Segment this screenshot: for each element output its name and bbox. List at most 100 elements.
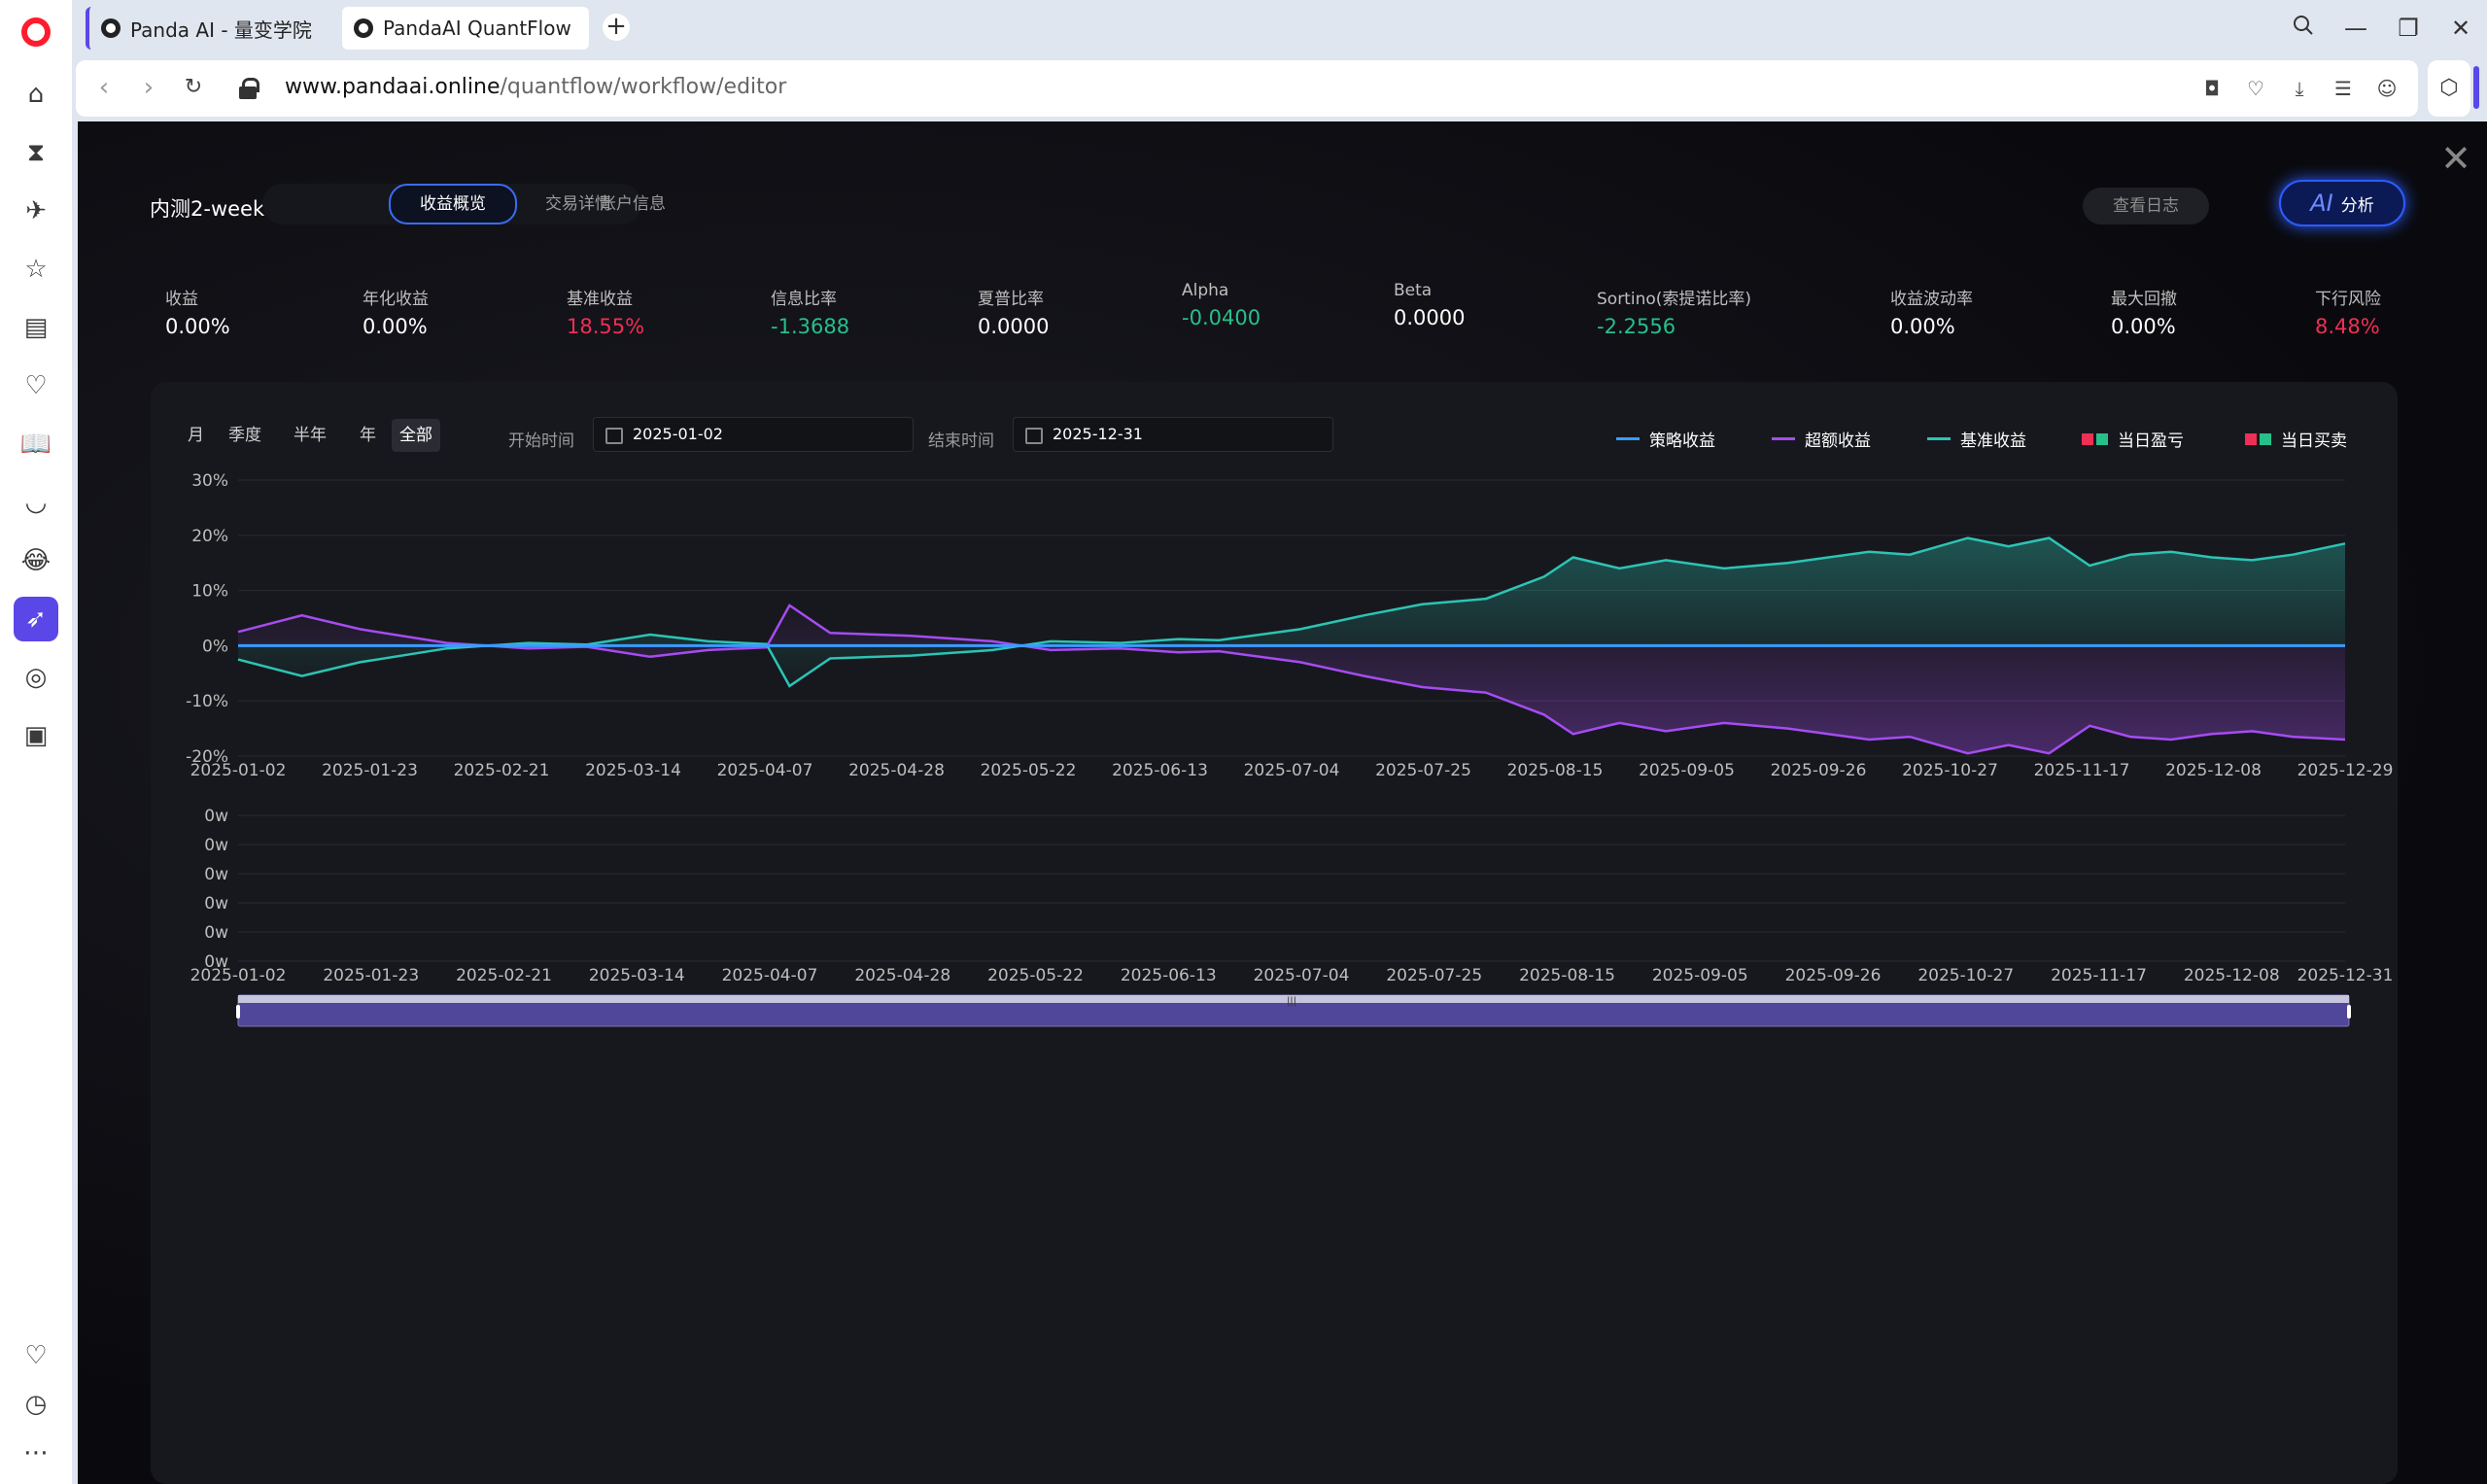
x-tick-label: 2025-12-29 <box>2297 761 2394 780</box>
metric-volatility: 收益波动率 0.00% <box>1890 290 1973 338</box>
x-tick-label: 2025-09-05 <box>1639 761 1735 780</box>
x-tick-label: 2025-02-21 <box>454 761 550 780</box>
heart-icon[interactable]: ♡ <box>2243 76 2268 101</box>
app-viewport: ✕ 内测2-week1 收益概览 交易详情 账户信息 查看日志 AI 分析 收益 0… <box>78 121 2487 1484</box>
more-dots-icon[interactable]: ⋯ <box>14 1431 58 1475</box>
volume-x-tick-label: 2025-07-04 <box>1254 966 1350 985</box>
volume-x-tick-label: 2025-11-17 <box>2051 966 2147 985</box>
back-icon[interactable]: ‹ <box>87 72 121 105</box>
volume-x-tick-label: 2025-07-25 <box>1386 966 1482 985</box>
volume-x-tick-label: 2025-02-21 <box>456 966 552 985</box>
metric-information-ratio: 信息比率 -1.3688 <box>771 290 850 338</box>
metric-downside-risk: 下行风险 8.48% <box>2315 290 2381 338</box>
y-tick-label: -10% <box>186 692 228 711</box>
ai-analysis-button[interactable]: AI 分析 <box>2279 180 2405 226</box>
browser-tab-quantflow[interactable]: PandaAI QuantFlow <box>342 7 589 50</box>
panda-favicon-icon <box>101 18 121 38</box>
volume-x-tick-label: 2025-09-05 <box>1652 966 1748 985</box>
volume-x-tick-label: 2025-04-07 <box>722 966 818 985</box>
volume-y-tick-label: 0w <box>204 836 228 855</box>
metric-benchmark-return: 基准收益 18.55% <box>567 290 645 338</box>
lock-icon <box>239 78 259 99</box>
y-tick-label: 0% <box>202 637 228 656</box>
volume-x-tick-label: 2025-01-02 <box>190 966 287 985</box>
volume-y-tick-label: 0w <box>204 894 228 914</box>
rocket-icon[interactable]: ➶ <box>14 597 58 641</box>
x-tick-label: 2025-06-13 <box>1112 761 1208 780</box>
history-clock-icon[interactable]: ◷ <box>14 1382 58 1427</box>
view-log-button[interactable]: 查看日志 <box>2083 188 2209 224</box>
panda-favicon-icon <box>354 18 373 38</box>
x-tick-label: 2025-05-22 <box>981 761 1077 780</box>
x-tick-label: 2025-10-27 <box>1902 761 1998 780</box>
gamepad-icon[interactable]: ▣ <box>14 713 58 758</box>
x-tick-label: 2025-07-25 <box>1375 761 1471 780</box>
extensions-cube-icon[interactable]: ⬡ <box>2428 60 2470 117</box>
star-icon[interactable]: ☆ <box>14 247 58 292</box>
y-tick-label: 30% <box>191 471 228 491</box>
address-bar: ‹ › ↻ www.pandaai.online/quantflow/workf… <box>76 60 2418 117</box>
search-tabs-icon[interactable] <box>2288 14 2319 45</box>
y-tick-label: 20% <box>191 527 228 546</box>
book-icon[interactable]: 📖 <box>14 422 58 466</box>
range-slider-grip-icon: ||| <box>1287 996 1296 1007</box>
y-tick-label: 10% <box>191 582 228 602</box>
easy-setup-icon[interactable]: ☰ <box>2331 76 2356 101</box>
x-tick-label: 2025-12-08 <box>2165 761 2262 780</box>
forward-icon[interactable]: › <box>132 72 165 105</box>
volume-x-tick-label: 2025-05-22 <box>987 966 1084 985</box>
bowl-icon[interactable]: ◡ <box>14 480 58 525</box>
hourglass-icon[interactable]: ⧗ <box>14 130 58 175</box>
profile-icon[interactable]: ☺ <box>2374 76 2400 101</box>
download-icon[interactable]: ⤓ <box>2287 76 2312 101</box>
returns-chart: 30%20%10%0%-10%-20%2025-01-02 2025-01-23 2… <box>186 471 2394 1027</box>
url-field[interactable]: www.pandaai.online/quantflow/workflow/ed… <box>285 75 786 99</box>
volume-x-tick-label: 2025-06-13 <box>1121 966 1217 985</box>
volume-x-tick-label: 2025-10-27 <box>1917 966 2014 985</box>
favorites-heart-icon[interactable]: ♡ <box>14 1333 58 1378</box>
close-modal-icon[interactable]: ✕ <box>2440 140 2471 177</box>
volume-x-tick-label: 2025-01-23 <box>323 966 419 985</box>
x-tick-label: 2025-08-15 <box>1507 761 1604 780</box>
restore-icon[interactable]: ❐ <box>2393 14 2424 45</box>
tab-overview[interactable]: 收益概览 <box>389 184 517 224</box>
minimize-icon[interactable]: — <box>2340 14 2371 45</box>
reload-icon[interactable]: ↻ <box>177 72 210 105</box>
volume-x-tick-label: 2025-03-14 <box>589 966 685 985</box>
x-tick-label: 2025-01-23 <box>322 761 418 780</box>
browser-titlebar: Panda AI - 量变学院 PandaAI QuantFlow + — ❐ … <box>0 0 2487 58</box>
volume-x-tick-label: 2025-04-28 <box>854 966 950 985</box>
volume-y-tick-label: 0w <box>204 923 228 943</box>
volume-y-tick-label: 0w <box>204 807 228 826</box>
sidebar-toggle-indicator <box>2473 66 2479 109</box>
emoji-icon[interactable]: 😂 <box>14 538 58 583</box>
heart-check-icon[interactable]: ♡ <box>14 363 58 408</box>
metric-max-drawdown: 最大回撤 0.00% <box>2111 290 2177 338</box>
compass-leaf-icon[interactable]: ◎ <box>14 655 58 700</box>
airplane-icon[interactable]: ✈ <box>14 189 58 233</box>
metric-beta: Beta 0.0000 <box>1394 281 1466 329</box>
metric-annual-return: 年化收益 0.00% <box>363 290 429 338</box>
x-tick-label: 2025-04-07 <box>717 761 813 780</box>
x-tick-label: 2025-01-02 <box>190 761 287 780</box>
x-tick-label: 2025-11-17 <box>2034 761 2130 780</box>
document-icon[interactable]: ▤ <box>14 305 58 350</box>
browser-sidebar: ⌂ ⧗ ✈ ☆ ▤ ♡ 📖 ◡ 😂 ➶ ◎ ▣ ♡ ◷ ⋯ <box>0 0 72 1484</box>
volume-x-tick-label: 2025-09-26 <box>1785 966 1882 985</box>
x-tick-label: 2025-07-04 <box>1244 761 1340 780</box>
report-title: 内测2-week1 <box>150 197 278 221</box>
browser-tab-pandaai-academy[interactable]: Panda AI - 量变学院 <box>86 7 338 50</box>
opera-logo-icon[interactable] <box>21 17 51 47</box>
metric-alpha: Alpha -0.0400 <box>1182 281 1261 329</box>
ai-logo-icon: AI <box>2310 190 2333 217</box>
volume-x-tick-label: 2025-12-08 <box>2184 966 2280 985</box>
new-tab-plus-icon[interactable]: + <box>603 14 630 41</box>
tab-account-info[interactable]: 账户信息 <box>579 186 686 223</box>
close-window-icon[interactable]: ✕ <box>2445 14 2476 45</box>
metric-return: 收益 0.00% <box>165 290 230 338</box>
volume-x-tick-label: 2025-12-31 <box>2297 966 2394 985</box>
camera-icon[interactable]: ◘ <box>2199 76 2225 101</box>
home-icon[interactable]: ⌂ <box>14 72 58 117</box>
x-tick-label: 2025-04-28 <box>848 761 945 780</box>
chart-panel: 月 季度 半年 年 全部 开始时间 2025-01-02 结束时间 2025-1… <box>151 382 2398 1484</box>
